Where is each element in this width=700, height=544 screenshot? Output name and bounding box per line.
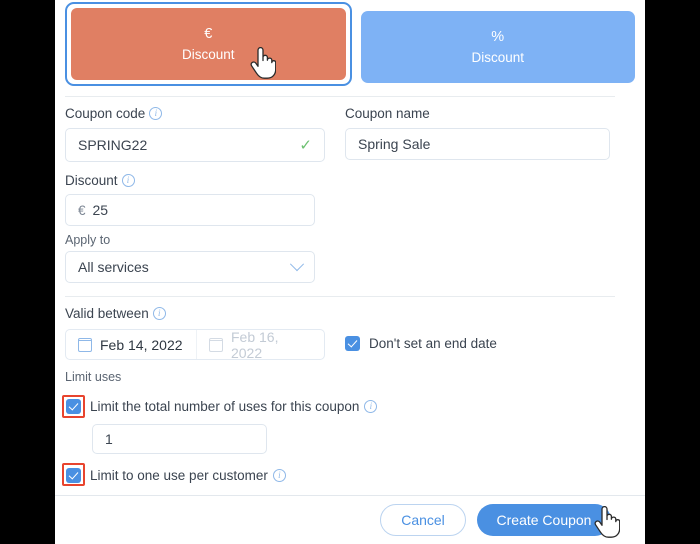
end-date-value: Feb 16, 2022 [230, 329, 279, 360]
modal-scroll-body[interactable]: € Discount % Discount Coupon code i SPRI… [55, 0, 645, 495]
percent-symbol-icon: % [491, 29, 505, 45]
euro-discount-focus-ring: € Discount [65, 2, 352, 86]
valid-between-info-icon[interactable]: i [152, 307, 166, 320]
discount-type-percent-button[interactable]: % Discount [360, 11, 635, 83]
coupon-name-value: Spring Sale [358, 136, 431, 152]
no-end-date-label: Don't set an end date [369, 336, 497, 351]
limit-total-uses-checkbox[interactable] [66, 399, 81, 414]
limit-per-customer-row[interactable]: Limit to one use per customer i [66, 468, 286, 483]
limit-total-uses-label-wrap: Limit the total number of uses for this … [90, 399, 378, 414]
no-end-date-checkbox[interactable] [345, 336, 360, 351]
total-uses-input[interactable]: 1 [92, 424, 267, 454]
discount-currency-symbol: € [78, 202, 86, 218]
apply-to-label: Apply to [65, 233, 111, 247]
euro-symbol-icon: € [204, 26, 213, 42]
discount-label-row: Discount i [65, 173, 135, 188]
apply-to-value: All services [78, 259, 149, 275]
valid-between-label-row: Valid between i [65, 306, 166, 321]
cancel-button[interactable]: Cancel [380, 504, 466, 536]
limit-per-customer-checkbox[interactable] [66, 468, 81, 483]
modal-footer: Cancel Create Coupon [55, 496, 645, 544]
calendar-icon [77, 337, 93, 352]
limit-total-uses-row[interactable]: Limit the total number of uses for this … [66, 399, 378, 414]
divider-middle [65, 296, 615, 297]
divider-top [65, 96, 615, 97]
valid-between-date-group: Feb 14, 2022 Feb 16, 2022 [65, 329, 325, 360]
calendar-icon-disabled [208, 337, 224, 352]
coupon-code-info-icon[interactable]: i [149, 107, 163, 120]
percent-discount-label: Discount [471, 49, 525, 65]
limit-total-uses-label: Limit the total number of uses for this … [90, 399, 360, 414]
no-end-date-checkbox-row[interactable]: Don't set an end date [345, 336, 497, 351]
discount-amount-value: 25 [92, 202, 109, 218]
discount-label: Discount [65, 173, 118, 188]
coupon-code-input[interactable]: SPRING22 ✓ [65, 128, 325, 162]
chevron-down-icon [289, 257, 305, 272]
coupon-name-input[interactable]: Spring Sale [345, 128, 610, 160]
discount-info-icon[interactable]: i [121, 174, 135, 187]
limit-total-uses-info-icon[interactable]: i [364, 400, 378, 413]
total-uses-value: 1 [105, 431, 113, 447]
valid-between-label: Valid between [65, 306, 149, 321]
create-coupon-modal: € Discount % Discount Coupon code i SPRI… [55, 0, 645, 544]
coupon-code-label: Coupon code [65, 106, 146, 121]
end-date-input: Feb 16, 2022 [195, 329, 324, 360]
discount-type-euro-button[interactable]: € Discount [71, 8, 346, 80]
limit-uses-section-label-row: Limit uses [65, 370, 121, 384]
apply-to-select[interactable]: All services [65, 251, 315, 283]
apply-to-label-row: Apply to [65, 233, 110, 247]
create-coupon-button[interactable]: Create Coupon [477, 504, 611, 536]
start-date-input[interactable]: Feb 14, 2022 [66, 330, 196, 359]
coupon-code-valid-icon: ✓ [299, 136, 312, 154]
start-date-value: Feb 14, 2022 [100, 336, 183, 353]
coupon-code-value: SPRING22 [78, 137, 148, 153]
screen: € Discount % Discount Coupon code i SPRI… [0, 0, 700, 544]
limit-per-customer-info-icon[interactable]: i [272, 469, 286, 482]
coupon-name-label-row: Coupon name [345, 106, 430, 121]
euro-discount-label: Discount [181, 46, 235, 62]
limit-uses-section-label: Limit uses [65, 370, 122, 384]
limit-per-customer-label: Limit to one use per customer [90, 468, 268, 483]
discount-type-selector: € Discount % Discount [55, 2, 645, 86]
discount-amount-input[interactable]: € 25 [65, 194, 315, 226]
coupon-code-label-row: Coupon code i [65, 106, 163, 121]
limit-per-customer-label-wrap: Limit to one use per customer i [90, 468, 286, 483]
coupon-name-label: Coupon name [345, 106, 430, 121]
